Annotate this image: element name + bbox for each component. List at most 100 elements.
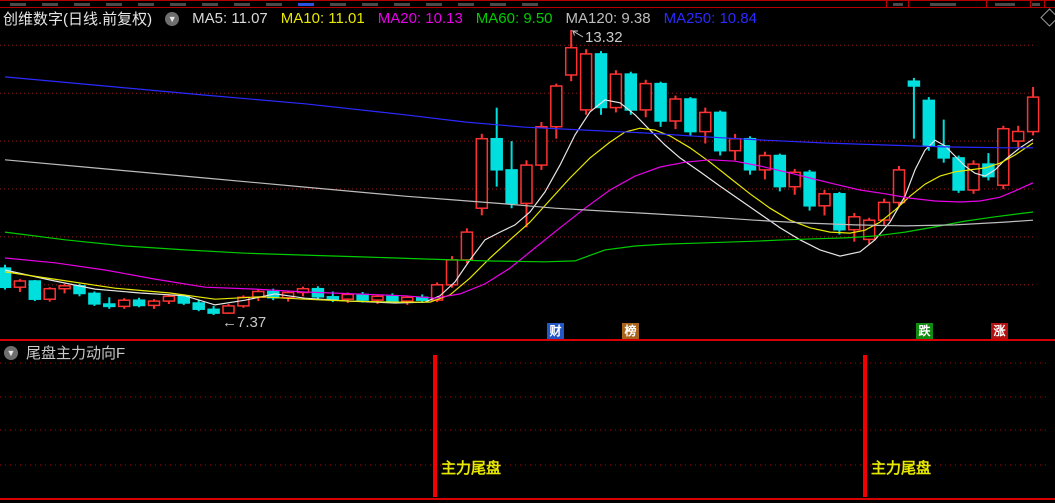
indicator-title: 尾盘主力动向F (26, 345, 126, 362)
indicator-gridlines (0, 362, 1046, 466)
high-price-label: 13.32 (585, 29, 623, 46)
chevron-down-icon[interactable]: ▼ (4, 345, 18, 360)
candle-up (147, 300, 161, 307)
toolbar-fragment (330, 3, 346, 6)
candle-up (579, 53, 593, 111)
candle-down (386, 295, 399, 302)
toolbar-separator (1030, 1, 1031, 8)
candle-up (535, 126, 548, 166)
tag-button-财[interactable]: 财 (547, 323, 564, 339)
candle-down (132, 299, 146, 307)
candle-up (639, 82, 652, 111)
candle-down (907, 80, 921, 87)
candle-down (356, 293, 369, 301)
toolbar-fragment (42, 3, 58, 6)
toolbar-fragment (234, 3, 250, 6)
toolbar-fragment (490, 3, 506, 6)
toolbar-fragment (202, 3, 218, 6)
tag-button-榜[interactable]: 榜 (622, 323, 639, 339)
candle-up (1026, 96, 1040, 133)
ma-lines (4, 76, 1034, 306)
toolbar-fragment (394, 3, 410, 6)
candle-up (222, 305, 235, 314)
ma-label-MA60: MA60: 9.50 (475, 10, 553, 27)
candle-down (326, 296, 340, 300)
ma-label-MA250: MA250: 10.84 (663, 10, 757, 27)
toolbar-separator (986, 1, 987, 8)
ma-line-MA250 (4, 76, 1033, 149)
signal-line (433, 355, 437, 497)
signal-label: 主力尾盘 (441, 460, 502, 477)
toolbar-fragment (426, 3, 442, 6)
candle-up (669, 98, 682, 122)
toolbar-fragment (995, 3, 1015, 6)
candlestick-chart[interactable]: 13.32 ←7.37 (0, 0, 1055, 503)
candle-down (713, 111, 727, 152)
candle-up (818, 193, 831, 207)
candle-down (654, 82, 667, 122)
toolbar-fragment (266, 3, 282, 6)
chart-header: 创维数字(日线.前复权) ▼ MA5: 11.07 MA10: 11.01 MA20… (3, 9, 757, 28)
candle-up (162, 295, 176, 302)
candle-up (550, 85, 563, 128)
candle-up (58, 285, 71, 290)
toolbar-fragment (522, 3, 538, 6)
toolbar-fragment (298, 3, 314, 6)
candle-up (520, 164, 533, 205)
candle-down (103, 303, 116, 308)
ma-line-MA20 (4, 159, 1034, 299)
candle-up (401, 296, 414, 302)
ma-label-MA20: MA20: 10.13 (377, 10, 463, 27)
candle-down (207, 308, 220, 314)
candle-up (43, 287, 56, 300)
candle-up (848, 216, 861, 231)
candle-down (624, 73, 638, 111)
candle-up (699, 111, 712, 133)
toolbar-fragment (930, 3, 956, 6)
signal-line (863, 355, 867, 497)
tag-button-跌[interactable]: 跌 (916, 323, 933, 339)
candle-down (490, 137, 503, 171)
candle-up (13, 280, 27, 288)
ma-label-MA10: MA10: 11.01 (280, 10, 365, 27)
toolbar-fragment (138, 3, 154, 6)
candle-down (505, 169, 518, 205)
candle-down (177, 295, 191, 304)
chevron-down-icon[interactable]: ▼ (165, 11, 180, 26)
toolbar-fragment (362, 3, 378, 6)
candle-up (967, 163, 980, 191)
stock-title: 创维数字(日线.前复权) (3, 11, 153, 28)
ma-label-MA5: MA5: 11.07 (192, 10, 268, 27)
candle-up (1011, 130, 1025, 142)
toolbar-fragment (106, 3, 122, 6)
candle-down (88, 292, 101, 305)
candle-up (728, 137, 742, 152)
signal-label: 主力尾盘 (871, 460, 932, 477)
candle-up (341, 293, 354, 300)
candle-down (922, 99, 936, 147)
high-arrow (571, 30, 584, 38)
toolbar-separator (886, 1, 887, 8)
candle-up (117, 299, 131, 308)
candle-up (460, 231, 474, 261)
ma-values: MA5: 11.07 MA10: 11.01 MA20: 10.13 MA60: 9.… (192, 10, 757, 27)
toolbar-fragment (1032, 3, 1040, 6)
candle-up (877, 201, 891, 221)
candle-up (475, 137, 489, 209)
indicator-panel-header: ▼ 尾盘主力动向F (4, 342, 125, 363)
candle-down (192, 302, 205, 310)
top-toolbar-strip (0, 0, 1055, 8)
ma-label-MA120: MA120: 9.38 (565, 10, 651, 27)
toolbar-fragment (74, 3, 90, 6)
toolbar-fragment (170, 3, 186, 6)
toolbar-fragment (893, 3, 903, 6)
price-gridlines (0, 44, 1036, 286)
toolbar-separator (908, 1, 909, 8)
candle-down (28, 280, 42, 300)
tag-button-涨[interactable]: 涨 (991, 323, 1008, 339)
candle-up (997, 127, 1010, 186)
candle-up (371, 295, 384, 301)
low-price-label: ←7.37 (222, 314, 266, 331)
toolbar-fragment (458, 3, 474, 6)
annotations: 13.32 ←7.37 (222, 29, 623, 331)
